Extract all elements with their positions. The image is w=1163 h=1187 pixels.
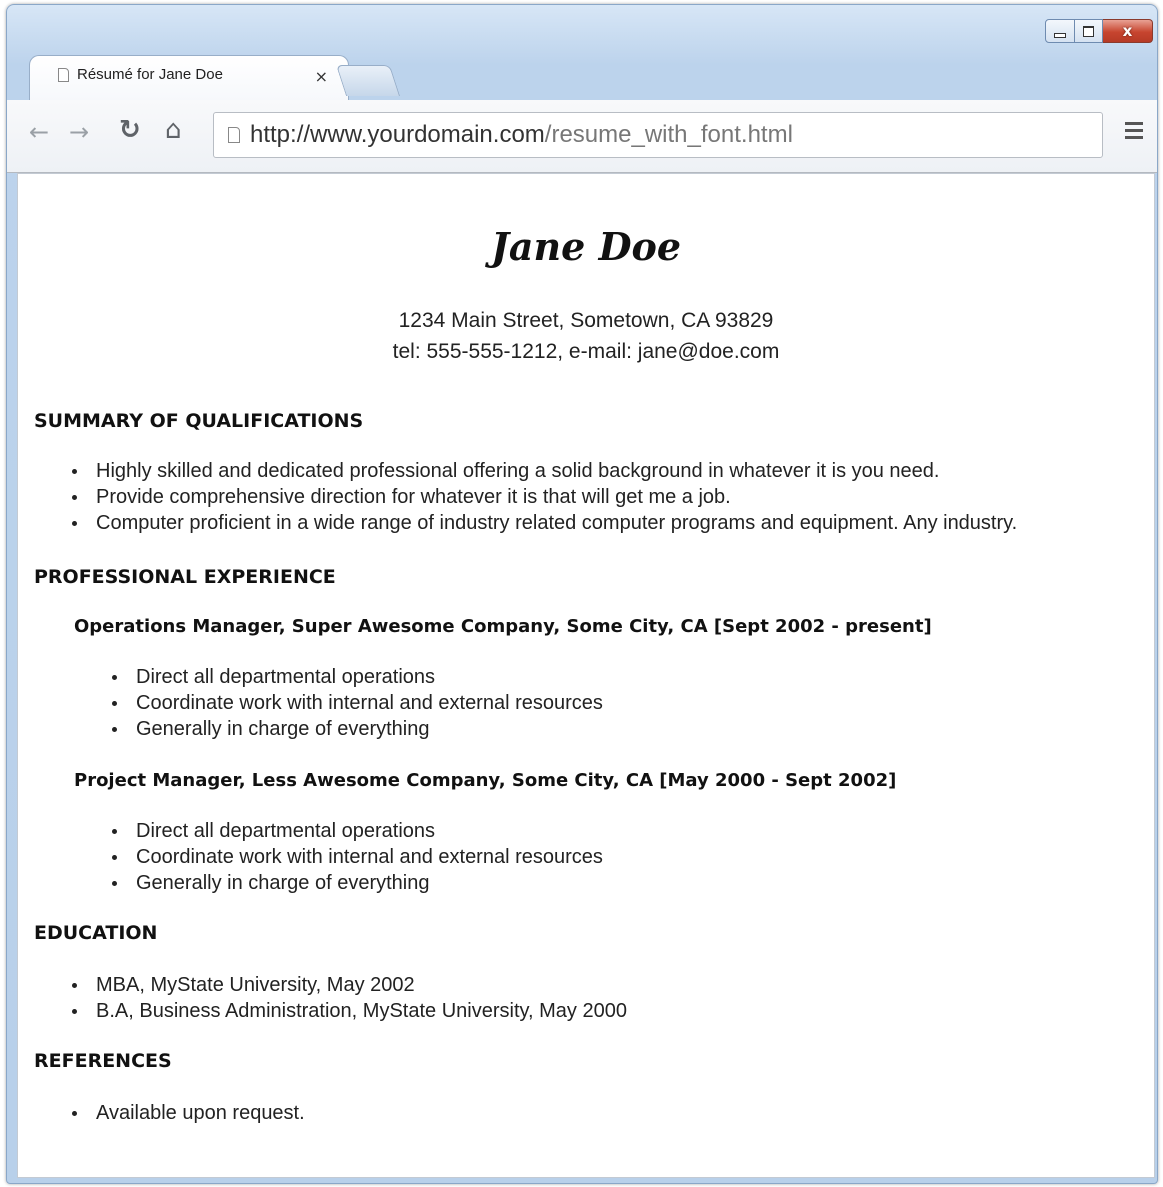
list-item: Available upon request.: [66, 1100, 305, 1126]
list-item: Coordinate work with internal and extern…: [106, 690, 603, 716]
job-title: Operations Manager, Super Awesome Compan…: [74, 616, 932, 637]
list-item: Computer proficient in a wide range of i…: [66, 510, 1017, 536]
job-duties-list: Direct all departmental operations Coord…: [106, 664, 603, 742]
list-item: Coordinate work with internal and extern…: [106, 844, 603, 870]
address-bar[interactable]: http://www.yourdomain.com/resume_with_fo…: [213, 112, 1103, 158]
list-item: Direct all departmental operations: [106, 664, 603, 690]
education-heading: EDUCATION: [34, 922, 158, 944]
contact-block: 1234 Main Street, Sometown, CA 93829 tel…: [18, 305, 1154, 367]
window-controls: x: [1045, 19, 1153, 43]
browser-window: x Résumé for Jane Doe × ← → ↻ ⌂ http://w…: [6, 4, 1158, 1184]
list-item: MBA, MyState University, May 2002: [66, 972, 627, 998]
list-item: B.A, Business Administration, MyState Un…: [66, 998, 627, 1024]
page-icon: [228, 127, 240, 143]
references-list: Available upon request.: [66, 1100, 305, 1126]
list-item: Generally in charge of everything: [106, 716, 603, 742]
job-title: Project Manager, Less Awesome Company, S…: [74, 770, 897, 791]
url-text[interactable]: http://www.yourdomain.com/resume_with_fo…: [250, 121, 793, 149]
page-content: Jane Doe 1234 Main Street, Sometown, CA …: [17, 173, 1155, 1178]
tab-title: Résumé for Jane Doe: [77, 66, 223, 83]
job-duties-list: Direct all departmental operations Coord…: [106, 818, 603, 896]
summary-heading: SUMMARY OF QUALIFICATIONS: [34, 410, 364, 432]
references-heading: REFERENCES: [34, 1050, 172, 1072]
list-item: Highly skilled and dedicated professiona…: [66, 458, 1017, 484]
address-line: 1234 Main Street, Sometown, CA 93829: [398, 309, 774, 332]
back-arrow-icon[interactable]: ←: [29, 120, 49, 144]
new-tab-button[interactable]: [335, 65, 401, 96]
url-host: http://www.yourdomain.com: [250, 121, 545, 148]
resume-name: Jane Doe: [490, 224, 682, 269]
page-icon: [58, 67, 69, 82]
contact-line: tel: 555-555-1212, e-mail: jane@doe.com: [392, 340, 780, 363]
minimize-icon: [1054, 32, 1066, 38]
education-list: MBA, MyState University, May 2002 B.A, B…: [66, 972, 627, 1024]
maximize-icon: [1083, 25, 1094, 37]
menu-icon[interactable]: [1125, 122, 1143, 143]
list-item: Provide comprehensive direction for what…: [66, 484, 1017, 510]
list-item: Generally in charge of everything: [106, 870, 603, 896]
close-window-button[interactable]: x: [1103, 19, 1153, 43]
summary-list: Highly skilled and dedicated professiona…: [66, 458, 1017, 536]
experience-heading: PROFESSIONAL EXPERIENCE: [34, 566, 336, 588]
tab-resume[interactable]: Résumé for Jane Doe ×: [29, 55, 349, 102]
tab-close-icon[interactable]: ×: [315, 67, 328, 86]
home-icon[interactable]: ⌂: [165, 117, 182, 143]
url-path: /resume_with_font.html: [544, 121, 793, 148]
list-item: Direct all departmental operations: [106, 818, 603, 844]
forward-arrow-icon[interactable]: →: [69, 120, 89, 144]
browser-toolbar: ← → ↻ ⌂ http://www.yourdomain.com/resume…: [7, 100, 1157, 173]
reload-icon[interactable]: ↻: [119, 117, 141, 143]
close-icon: x: [1122, 22, 1133, 40]
minimize-button[interactable]: [1045, 19, 1075, 43]
maximize-button[interactable]: [1075, 19, 1103, 43]
